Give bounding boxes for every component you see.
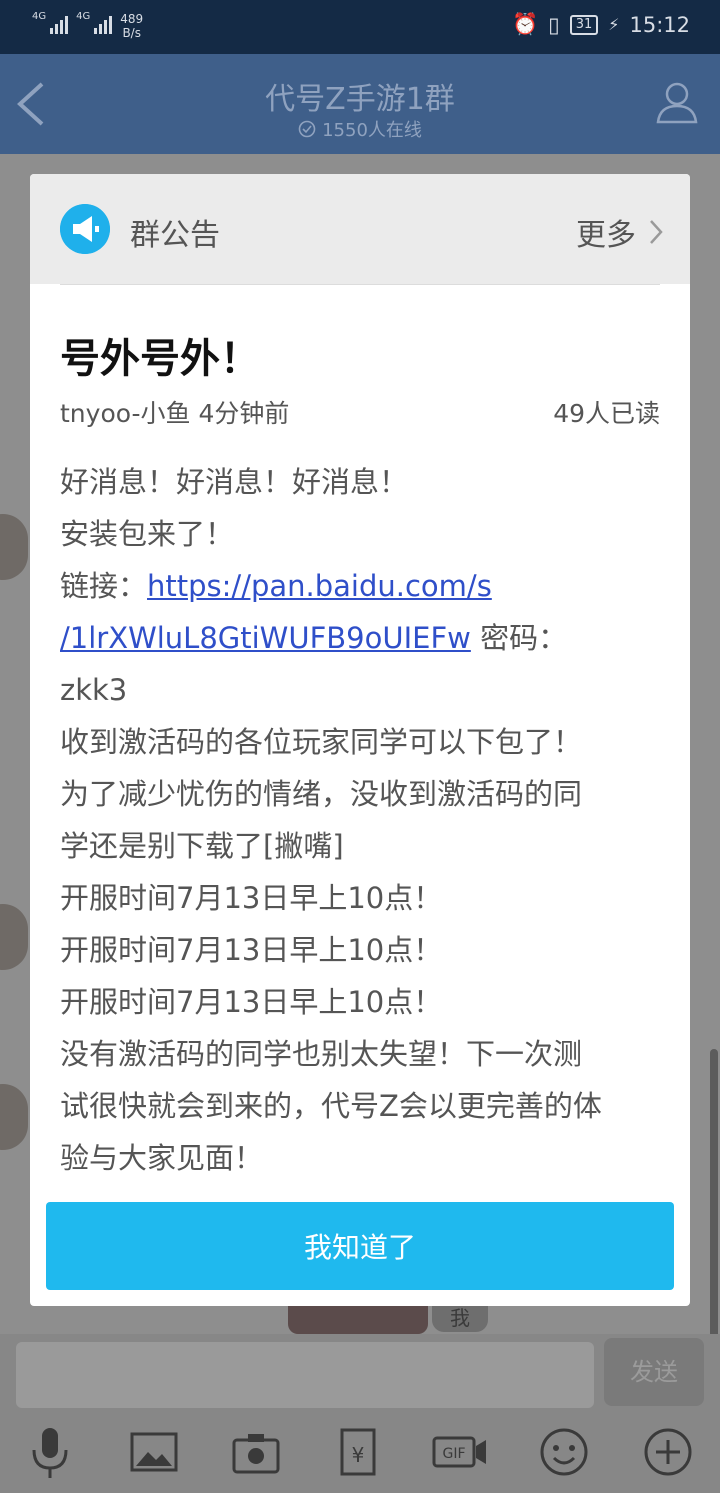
image-icon[interactable] [124,1422,184,1482]
red-packet-icon[interactable]: ¥ [328,1422,388,1482]
online-status: 1550人在线 [0,116,720,142]
camera-icon[interactable] [226,1422,286,1482]
network-speed: 489 B/s [120,12,143,40]
clock: 15:12 [629,12,690,37]
signal-1-icon: 4G [32,11,69,34]
more-link[interactable]: 更多 [576,210,664,254]
message-input[interactable] [16,1342,594,1408]
body-line: 开服时间7月13日早上10点！ [60,933,443,967]
more-label: 更多 [576,218,636,253]
svg-text:GIF: GIF [442,1446,465,1462]
body-line: 为了减少忧伤的情绪，没收到激活码的同 [60,777,583,811]
read-count: 49人已读 [553,399,660,428]
speed-value: 489 [120,12,144,26]
send-button[interactable]: 发送 [604,1338,704,1406]
link-prefix: 链接： [60,569,148,603]
body-line: /1lrXWluL8GtiWUFB9oUIEFw 密码： [60,612,662,664]
avatar [0,1084,28,1150]
battery-icon: 31 [569,14,599,35]
microphone-icon[interactable] [20,1422,80,1482]
me-tag: 我 [432,1306,488,1332]
avatar [0,514,28,580]
online-count: 1550人在线 [322,120,422,141]
body-line: 没有激活码的同学也别太失望！下一次测 [60,1037,583,1071]
download-link[interactable]: https://pan.baidu.com/s [147,569,492,603]
input-bar: 发送 ¥ GIF [0,1334,720,1493]
body-line: 安装包来了！ [60,517,235,551]
group-members-icon[interactable] [652,78,702,128]
announcement-meta: tnyoo-小鱼 4分钟前 49人已读 [60,394,660,430]
body-line: 开服时间7月13日早上10点！ [60,985,443,1019]
sticker-image [288,1306,428,1334]
check-circle-icon [298,120,316,138]
signal-2-icon: 4G [76,11,113,34]
body-line: 学还是别下载了[撇嘴] [60,829,344,863]
body-line: 好消息！好消息！好消息！ [60,465,409,499]
dialog-header: 群公告 更多 [30,174,690,284]
announcement-body: 好消息！好消息！好消息！ 安装包来了！ 链接：https://pan.baidu… [60,456,662,1184]
divider [60,284,660,285]
svg-text:¥: ¥ [352,1443,365,1467]
vibrate-icon: ▯ [548,12,560,37]
group-title: 代号Z手游1群 [265,82,455,117]
announcement-dialog: 群公告 更多 号外号外！ tnyoo-小鱼 4分钟前 49人已读 好消息！好消息… [30,174,690,1306]
body-line: 开服时间7月13日早上10点！ [60,881,443,915]
gif-icon[interactable]: GIF [430,1422,490,1482]
download-link-cont[interactable]: /1lrXWluL8GtiWUFB9oUIEFw [60,621,471,655]
speed-unit: B/s [122,26,141,40]
network-label-1: 4G [32,11,47,22]
status-bar: 4G 4G 489 B/s ⏰ ▯ 31 ⚡ 15:12 [0,0,720,54]
body-line: 验与大家见面！ [60,1141,264,1175]
network-label-2: 4G [76,11,91,22]
avatar [0,904,28,970]
charging-icon: ⚡ [608,15,620,34]
chevron-right-icon [650,220,663,244]
password-label: 密码： [470,621,568,655]
author-time: tnyoo-小鱼 4分钟前 [60,399,290,428]
plus-icon[interactable] [638,1422,698,1482]
body-line: 试很快就会到来的，代号Z会以更完善的体 [60,1089,602,1123]
megaphone-icon [60,204,110,254]
alarm-icon: ⏰ [511,12,539,36]
chat-header: 代号Z手游1群 1550人在线 [0,54,720,154]
dialog-title: 群公告 [130,218,220,253]
ok-button[interactable]: 我知道了 [46,1202,674,1290]
announcement-title: 号外号外！ [60,336,260,382]
body-line: 链接：https://pan.baidu.com/s [60,560,662,612]
emoji-icon[interactable] [534,1422,594,1482]
body-line: zkk3 [60,673,128,707]
body-line: 收到激活码的各位玩家同学可以下包了！ [60,725,583,759]
toolbar: ¥ GIF [0,1422,720,1492]
